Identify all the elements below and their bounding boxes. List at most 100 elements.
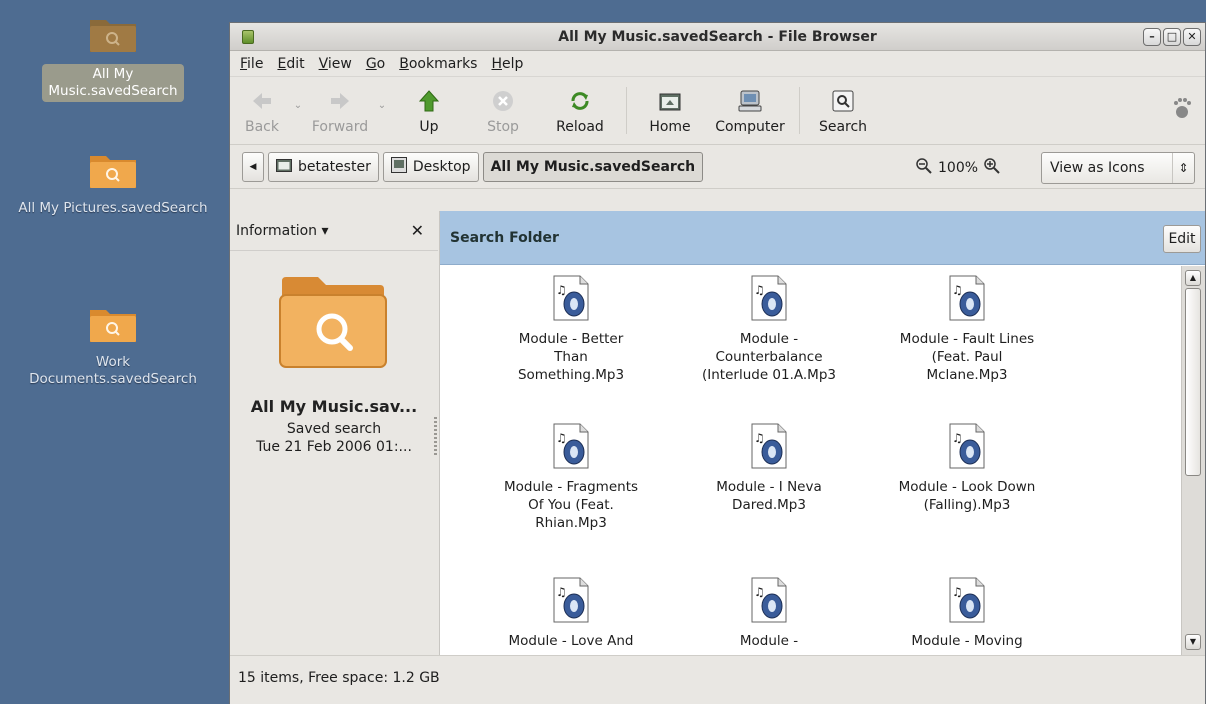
saved-search-folder-icon — [88, 304, 138, 344]
toolbar-separator — [799, 87, 800, 134]
selected-item-date: Tue 21 Feb 2006 01:... — [256, 439, 412, 455]
audio-file-icon: ♫ — [946, 274, 988, 322]
desktop-icon-label: All My Pictures.savedSearch — [18, 200, 208, 216]
file-item[interactable]: ♫ Module - Look Down (Falling).Mp3 — [864, 422, 1070, 514]
stop-button[interactable]: Stop — [466, 77, 540, 144]
svg-text:♫: ♫ — [754, 585, 765, 599]
side-pane: Information ▾ ✕ All My Music.sav... Save… — [230, 211, 438, 655]
svg-text:♫: ♫ — [952, 431, 963, 445]
toolbar-separator — [626, 87, 627, 134]
path-button-desktop[interactable]: Desktop — [382, 151, 479, 182]
file-item[interactable]: ♫ Module - Love And — [468, 576, 674, 650]
scrollbar-thumb[interactable] — [1185, 288, 1201, 476]
audio-file-icon: ♫ — [550, 576, 592, 624]
search-icon — [832, 87, 854, 115]
svg-text:♫: ♫ — [754, 431, 765, 445]
svg-text:♫: ♫ — [754, 283, 765, 297]
zoom-in-icon[interactable] — [984, 158, 1000, 178]
file-item[interactable]: ♫ Module - Fault Lines (Feat. Paul Mclan… — [864, 274, 1070, 384]
audio-file-icon: ♫ — [946, 422, 988, 470]
back-arrow-icon — [251, 87, 273, 115]
location-bar: ◀ betatester Desktop All My Music.savedS… — [230, 145, 1205, 189]
saved-search-folder-icon — [88, 14, 138, 54]
up-arrow-icon — [419, 87, 439, 115]
file-item[interactable]: ♫ Module - Better Than Something.Mp3 — [468, 274, 674, 384]
desktop-icon-pictures-search[interactable]: All My Pictures.savedSearch — [0, 150, 226, 217]
selected-item-type: Saved search — [286, 421, 382, 437]
minimize-button[interactable]: – — [1143, 28, 1161, 46]
svg-text:♫: ♫ — [556, 431, 567, 445]
file-item[interactable]: ♫ Module - Counterbalance (Interlude 01.… — [666, 274, 872, 384]
home-folder-icon — [659, 87, 681, 115]
forward-history-chevron-icon[interactable]: ⌄ — [372, 67, 392, 144]
audio-file-icon: ♫ — [748, 274, 790, 322]
select-spinner-icon: ⇕ — [1172, 153, 1194, 183]
zoom-control: 100% — [916, 158, 1000, 178]
pane-resize-handle[interactable] — [434, 417, 437, 457]
path-button-current[interactable]: All My Music.savedSearch — [482, 151, 704, 182]
scroll-up-button[interactable]: ▲ — [1185, 270, 1201, 286]
search-button[interactable]: Search — [806, 77, 880, 144]
search-folder-label: Search Folder — [450, 230, 559, 246]
icon-grid: ♫ Module - Better Than Something.Mp3 ♫ M… — [440, 266, 1182, 655]
edit-search-button[interactable]: Edit — [1163, 225, 1201, 253]
file-item[interactable]: ♫ Module - Fragments Of You (Feat. Rhian… — [468, 422, 674, 532]
status-bar: 15 items, Free space: 1.2 GB — [230, 655, 1205, 704]
menu-file[interactable]: File — [240, 56, 263, 72]
desktop-icon-label: Work Documents.savedSearch — [29, 354, 197, 387]
audio-file-icon: ♫ — [748, 576, 790, 624]
svg-text:♫: ♫ — [556, 585, 567, 599]
gnome-foot-icon — [1171, 97, 1191, 123]
vertical-scrollbar[interactable]: ▲ ▼ — [1181, 266, 1205, 655]
home-folder-icon — [276, 158, 292, 176]
saved-search-folder-icon — [278, 273, 388, 373]
saved-search-folder-icon — [88, 150, 138, 190]
audio-file-icon: ♫ — [550, 274, 592, 322]
path-scroll-left-button[interactable]: ◀ — [242, 151, 264, 182]
search-folder-bar: Search Folder Edit — [440, 211, 1205, 265]
selected-item-name: All My Music.sav... — [250, 397, 418, 416]
computer-button[interactable]: Computer — [707, 77, 793, 144]
up-button[interactable]: Up — [392, 77, 466, 144]
file-item[interactable]: ♫ Module - I Neva Dared.Mp3 — [666, 422, 872, 514]
close-button[interactable]: ✕ — [1183, 28, 1201, 46]
menu-help[interactable]: Help — [491, 56, 523, 72]
forward-button[interactable]: Forward — [308, 77, 372, 144]
audio-file-icon: ♫ — [946, 576, 988, 624]
file-browser-window: All My Music.savedSearch - File Browser … — [229, 22, 1206, 704]
back-history-chevron-icon[interactable]: ⌄ — [288, 67, 308, 144]
file-item[interactable]: ♫ Module - Moving — [864, 576, 1070, 650]
side-pane-header: Information ▾ ✕ — [230, 211, 438, 251]
desktop-icon-label: All My Music.savedSearch — [42, 64, 184, 102]
reload-button[interactable]: Reload — [540, 77, 620, 144]
reload-icon — [568, 87, 592, 115]
home-button[interactable]: Home — [633, 77, 707, 144]
window-title: All My Music.savedSearch - File Browser — [558, 29, 877, 45]
view-mode-select[interactable]: View as Icons ⇕ — [1041, 152, 1195, 184]
main-view: Search Folder Edit ♫ Module - Better Tha… — [439, 211, 1205, 655]
computer-icon — [738, 87, 762, 115]
desktop: All My Music.savedSearch All My Pictures… — [0, 0, 228, 704]
maximize-button[interactable]: □ — [1163, 28, 1181, 46]
close-side-pane-icon[interactable]: ✕ — [411, 221, 424, 240]
svg-text:♫: ♫ — [952, 283, 963, 297]
desktop-icon-music-search[interactable]: All My Music.savedSearch — [0, 14, 226, 102]
menu-bookmarks[interactable]: Bookmarks — [399, 56, 477, 72]
file-item[interactable]: ♫ Module - — [666, 576, 872, 650]
path-button-home[interactable]: betatester — [268, 151, 379, 182]
side-pane-selector[interactable]: Information ▾ — [236, 223, 329, 239]
title-bar[interactable]: All My Music.savedSearch - File Browser … — [230, 23, 1205, 51]
zoom-level[interactable]: 100% — [938, 160, 978, 176]
desktop-icon — [390, 156, 407, 177]
toolbar: Back ⌄ Forward ⌄ Up Stop Reload Home Com… — [230, 77, 1205, 145]
scroll-down-button[interactable]: ▼ — [1185, 634, 1201, 650]
forward-arrow-icon — [329, 87, 351, 115]
desktop-icon-documents-search[interactable]: Work Documents.savedSearch — [0, 304, 226, 388]
svg-text:♫: ♫ — [556, 283, 567, 297]
audio-file-icon: ♫ — [550, 422, 592, 470]
zoom-out-icon[interactable] — [916, 158, 932, 178]
back-button[interactable]: Back — [236, 77, 288, 144]
menu-view[interactable]: View — [319, 56, 352, 72]
stop-icon — [492, 87, 514, 115]
svg-text:♫: ♫ — [952, 585, 963, 599]
